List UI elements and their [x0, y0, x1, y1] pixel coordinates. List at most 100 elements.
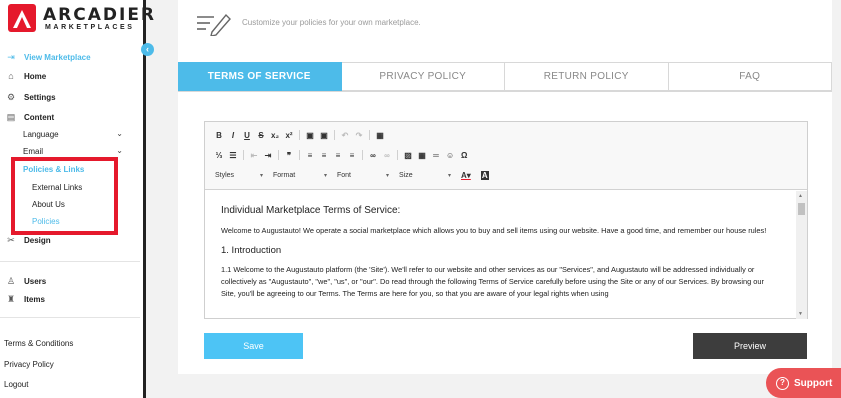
editor-toolbar: B I U S x₂ x² ▣ ▣ ↶ ↷ ▦ ⅓ ☰ ⇤ ⇥ ❞ ≡ ≡ ≡ …	[205, 122, 807, 190]
sidebar-subitem-policies[interactable]: Policies	[32, 217, 60, 226]
content-heading: 1. Introduction	[221, 245, 282, 256]
subscript-icon[interactable]: x₂	[271, 131, 279, 140]
superscript-icon[interactable]: x²	[285, 131, 293, 140]
subitem-label: Email	[23, 147, 44, 156]
image-icon[interactable]: ▨	[404, 151, 412, 160]
paste-text-icon[interactable]: ▣	[320, 131, 328, 140]
editor-scrollbar[interactable]: ▲ ▼	[796, 191, 807, 319]
scroll-thumb[interactable]	[798, 203, 805, 215]
editor-content[interactable]: Individual Marketplace Terms of Service:…	[205, 191, 795, 319]
separator	[278, 150, 279, 160]
align-justify-icon[interactable]: ≡	[348, 151, 356, 160]
gear-icon: ⚙	[6, 92, 16, 102]
sidebar-item-items[interactable]: ♜ Items	[0, 291, 45, 307]
sidebar-subitem-about-us[interactable]: About Us	[32, 200, 65, 209]
chevron-down-icon: ▾	[385, 172, 389, 179]
format-dropdown[interactable]: Format ▾	[273, 172, 327, 179]
size-dropdown[interactable]: Size ▾	[399, 172, 451, 179]
content-paragraph: 1.1 Welcome to the Augustauto platform (…	[221, 265, 764, 298]
subitem-label: Language	[23, 130, 59, 139]
sidebar-subitem-language[interactable]: Language ⌄	[23, 129, 123, 139]
scroll-up-icon[interactable]: ▲	[798, 193, 803, 199]
chevron-down-icon: ▾	[323, 172, 327, 179]
sidebar-subitem-policies-links[interactable]: Policies & Links	[23, 165, 84, 174]
bg-color-icon[interactable]: A	[480, 170, 489, 180]
footer-link-logout[interactable]: Logout	[4, 380, 28, 389]
sidebar-item-label: View Marketplace	[24, 52, 91, 62]
brand-logo[interactable]: ARCADIER MARKETPLACES	[8, 4, 154, 34]
content-paragraph: Welcome to Augustauto! We operate a soci…	[221, 226, 767, 235]
tab-return-policy[interactable]: RETURN POLICY	[505, 62, 669, 91]
footer-link-privacy[interactable]: Privacy Policy	[4, 360, 54, 369]
support-label: Support	[794, 377, 833, 389]
tab-terms-of-service[interactable]: TERMS OF SERVICE	[178, 62, 342, 91]
separator	[243, 150, 244, 160]
separator	[334, 130, 336, 140]
chevron-down-icon: ⌄	[116, 146, 123, 155]
separator	[362, 150, 363, 160]
indent-icon[interactable]: ⇥	[264, 151, 272, 160]
content-icon: ▤	[6, 112, 16, 122]
design-icon: ✂	[7, 235, 15, 245]
separator	[299, 150, 300, 160]
italic-icon[interactable]: I	[229, 131, 237, 140]
smiley-icon[interactable]: ☺	[446, 151, 454, 160]
text-color-icon[interactable]: A▾	[461, 171, 471, 180]
link-icon[interactable]: ∞	[369, 151, 377, 160]
separator	[299, 130, 301, 140]
divider	[0, 261, 140, 262]
sidebar-item-home[interactable]: ⌂ Home	[0, 68, 46, 84]
font-dropdown[interactable]: Font ▾	[337, 172, 389, 179]
divider	[0, 317, 140, 318]
paste-icon[interactable]: ▣	[306, 131, 314, 140]
separator	[369, 130, 371, 140]
pen-icon	[197, 13, 231, 36]
main-panel: Customize your policies for your own mar…	[178, 0, 832, 374]
save-button[interactable]: Save	[204, 333, 303, 359]
outdent-icon[interactable]: ⇤	[250, 151, 258, 160]
unlink-icon[interactable]: ∞	[383, 151, 391, 160]
brand-name: ARCADIER	[43, 5, 157, 25]
preview-button[interactable]: Preview	[693, 333, 807, 359]
sidebar-item-design[interactable]: ✂ Design	[0, 232, 50, 248]
sidebar-item-users[interactable]: ♙ Users	[0, 273, 46, 289]
chevron-down-icon: ▾	[259, 172, 263, 179]
align-left-icon[interactable]: ≡	[306, 151, 314, 160]
sidebar-item-view-marketplace[interactable]: ⇥ View Marketplace	[0, 49, 91, 65]
separator	[397, 150, 398, 160]
horizontal-rule-icon[interactable]: ═	[432, 151, 440, 160]
bold-icon[interactable]: B	[215, 131, 223, 140]
sidebar-subitem-external-links[interactable]: External Links	[32, 183, 82, 192]
redo-icon[interactable]: ↷	[355, 131, 363, 140]
policy-tabs: TERMS OF SERVICE PRIVACY POLICY RETURN P…	[178, 62, 832, 92]
table-icon[interactable]: ▦	[418, 151, 426, 160]
styles-dropdown[interactable]: Styles ▾	[215, 172, 263, 179]
blockquote-icon[interactable]: ❞	[285, 151, 293, 160]
chevron-down-icon: ⌄	[116, 129, 123, 138]
sidebar-item-content[interactable]: ▤ Content	[0, 109, 54, 125]
underline-icon[interactable]: U	[243, 131, 251, 140]
scroll-down-icon[interactable]: ▼	[798, 311, 803, 317]
user-icon: ♙	[6, 276, 16, 286]
numbered-list-icon[interactable]: ⅓	[215, 151, 223, 160]
tab-privacy-policy[interactable]: PRIVACY POLICY	[341, 62, 505, 91]
bullet-list-icon[interactable]: ☰	[229, 151, 237, 160]
page-hint: Customize your policies for your own mar…	[242, 18, 421, 27]
sidebar-item-label: Home	[24, 71, 47, 81]
sidebar-item-label: Content	[24, 112, 55, 122]
strikethrough-icon[interactable]: S	[257, 131, 265, 140]
special-char-icon[interactable]: Ω	[460, 151, 468, 160]
support-button[interactable]: ? Support	[766, 368, 841, 398]
source-icon[interactable]: ▦	[376, 131, 384, 140]
footer-link-terms[interactable]: Terms & Conditions	[4, 339, 73, 348]
undo-icon[interactable]: ↶	[341, 131, 349, 140]
sidebar-item-settings[interactable]: ⚙ Settings	[0, 89, 56, 105]
tab-faq[interactable]: FAQ	[668, 62, 832, 91]
align-center-icon[interactable]: ≡	[320, 151, 328, 160]
sidebar: ARCADIER MARKETPLACES ⇥ View Marketplace…	[0, 0, 154, 398]
sidebar-subitem-email[interactable]: Email ⌄	[23, 146, 123, 156]
arcadier-logo-icon	[8, 4, 36, 32]
chevron-left-icon[interactable]: ‹	[141, 43, 154, 56]
size-label: Size	[399, 171, 413, 179]
align-right-icon[interactable]: ≡	[334, 151, 342, 160]
